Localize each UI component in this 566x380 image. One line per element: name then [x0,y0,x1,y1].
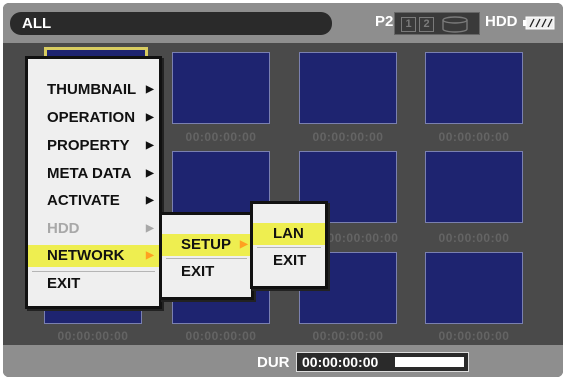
main-menu: THUMBNAIL ▶ OPERATION ▶ PROPERTY ▶ META … [25,56,162,309]
battery-icon [523,16,555,30]
submenu-arrow-icon: ▶ [240,239,248,250]
media-label: P2 [375,13,394,30]
clip-timecode: 00:00:00:00 [438,130,510,144]
menu-separator [32,271,155,272]
bottom-status-bar: DUR 00:00:00:00 [3,345,563,377]
menu-item-exit[interactable]: EXIT [28,273,159,295]
clip-timecode: 00:00:00:00 [438,231,510,245]
slot-2-indicator: 2 [419,17,434,32]
menu-item-meta-data[interactable]: META DATA ▶ [28,163,159,185]
menu-item-exit[interactable]: EXIT [162,261,251,283]
menu-item-label: THUMBNAIL [47,81,137,98]
duration-bar [395,357,464,367]
menu-item-label: OPERATION [47,109,136,126]
menu-item-hdd: HDD ▶ [28,218,159,240]
menu-item-label: ACTIVATE [47,192,120,209]
menu-item-setup[interactable]: SETUP ▶ [162,234,251,256]
screen: ALL P2 1 2 HDD 00:00:00:00 00:00:00:00 0… [3,3,563,377]
menu-item-thumbnail[interactable]: THUMBNAIL ▶ [28,79,159,101]
thumbnail-clip[interactable] [425,252,523,324]
top-status-bar: ALL P2 1 2 HDD [3,3,563,43]
clip-timecode: 00:00:00:00 [312,130,384,144]
menu-item-label: NETWORK [47,247,125,264]
submenu-arrow-icon: ▶ [146,168,154,179]
menu-item-activate[interactable]: ACTIVATE ▶ [28,190,159,212]
clip-timecode: 00:00:00:00 [185,130,257,144]
menu-item-label: EXIT [181,263,215,280]
menu-item-label: EXIT [47,275,81,292]
duration-bar-fill [396,358,463,366]
storage-label: HDD [485,13,518,30]
menu-item-label: META DATA [47,165,132,182]
clip-filter-display[interactable]: ALL [10,12,332,35]
menu-item-label: PROPERTY [47,137,130,154]
slot-1-indicator: 1 [401,17,416,32]
menu-item-label: LAN [273,225,304,242]
menu-item-label: SETUP [181,236,232,253]
submenu-arrow-icon: ▶ [146,140,154,151]
network-submenu: SETUP ▶ EXIT [159,212,254,300]
menu-item-label: HDD [47,220,80,237]
submenu-arrow-icon: ▶ [146,84,154,95]
clip-timecode: 00:00:00:00 [438,329,510,343]
clip-timecode: 00:00:00:00 [185,329,257,343]
menu-item-property[interactable]: PROPERTY ▶ [28,135,159,157]
clip-timecode: 00:00:00:00 [327,231,399,245]
thumbnail-clip[interactable] [172,52,270,124]
thumbnail-clip[interactable] [425,52,523,124]
menu-separator [166,258,247,259]
menu-item-label: EXIT [273,252,307,269]
duration-value: 00:00:00:00 [302,354,379,370]
clip-timecode: 00:00:00:00 [312,329,384,343]
submenu-arrow-icon: ▶ [146,223,154,234]
submenu-arrow-icon: ▶ [146,112,154,123]
menu-item-lan[interactable]: LAN [253,223,325,245]
slot-status-box: 1 2 [394,12,480,35]
thumbnail-clip[interactable] [299,52,397,124]
menu-item-exit[interactable]: EXIT [253,250,325,272]
hdd-drive-icon [442,16,468,33]
submenu-arrow-icon: ▶ [146,250,154,261]
menu-separator [257,247,321,248]
menu-item-operation[interactable]: OPERATION ▶ [28,107,159,129]
menu-item-network[interactable]: NETWORK ▶ [28,245,159,267]
clip-timecode: 00:00:00:00 [57,329,129,343]
duration-display: 00:00:00:00 [296,352,469,372]
thumbnail-clip[interactable] [425,151,523,223]
duration-label: DUR [257,354,290,371]
setup-submenu: LAN EXIT [250,201,328,289]
submenu-arrow-icon: ▶ [146,195,154,206]
